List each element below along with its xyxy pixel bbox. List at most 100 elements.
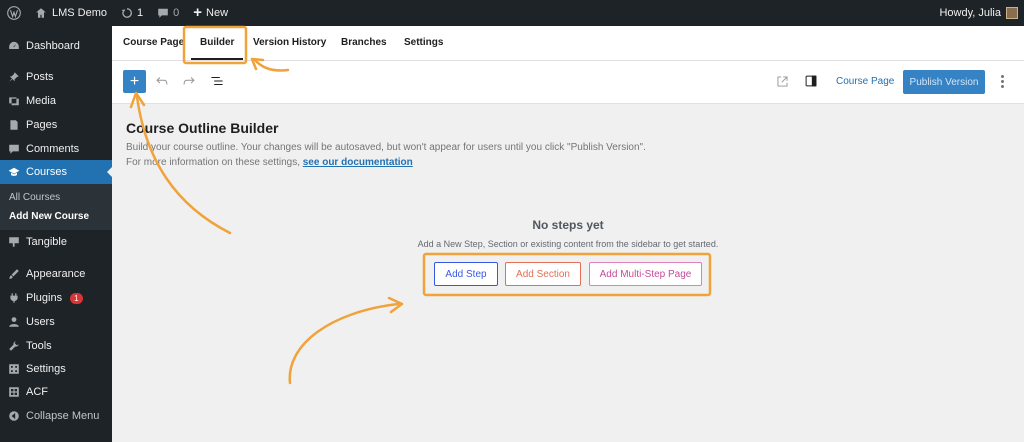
empty-state-title: No steps yet: [532, 218, 604, 232]
tab-settings[interactable]: Settings: [404, 37, 443, 48]
wordpress-logo[interactable]: [0, 0, 28, 26]
brush-icon: [9, 269, 19, 279]
account-menu[interactable]: Howdy, Julia: [939, 7, 1024, 19]
publish-version-button[interactable]: Publish Version: [903, 70, 985, 94]
sidebar-item-settings[interactable]: Settings: [0, 357, 112, 381]
pin-icon: [9, 72, 19, 82]
sidebar-item-label: Pages: [26, 119, 58, 131]
active-tab-underline: [191, 58, 243, 60]
description-line-1: Build your course outline. Your changes …: [126, 142, 646, 153]
sidebar-item-label: Collapse Menu: [26, 410, 100, 422]
sidebar-item-collapse-menu[interactable]: Collapse Menu: [0, 404, 112, 428]
external-link-button[interactable]: [774, 73, 790, 89]
sidebar-item-comments[interactable]: Comments: [0, 137, 112, 161]
settings-icon: [9, 364, 19, 374]
submenu-all-courses[interactable]: All Courses: [9, 192, 60, 203]
redo-icon: [183, 77, 195, 85]
tab-branches[interactable]: Branches: [341, 37, 387, 48]
dashboard-icon: [9, 41, 19, 49]
kebab-dot-icon: [1001, 75, 1004, 78]
course-page-link[interactable]: Course Page: [836, 76, 894, 87]
sidebar-item-label: Users: [26, 316, 55, 328]
sidebar-toggle-icon: [805, 75, 817, 87]
comment-bubble-icon: [158, 8, 168, 18]
wrench-icon: [9, 341, 19, 351]
refresh-icon: [121, 8, 133, 18]
sidebar-item-acf[interactable]: ACF: [0, 380, 112, 404]
sidebar-item-appearance[interactable]: Appearance: [0, 262, 112, 286]
builder-content: Course Outline Builder Build your course…: [112, 105, 1024, 442]
kebab-dot-icon: [1001, 80, 1004, 83]
add-multi-step-page-button[interactable]: Add Multi-Step Page: [589, 262, 702, 286]
graduation-cap-icon: [8, 167, 20, 176]
course-tab-bar: Course Page Builder Version History Bran…: [112, 26, 1024, 61]
wordpress-icon: [7, 6, 21, 20]
undo-button[interactable]: [154, 73, 170, 89]
admin-sidebar: Dashboard Posts Media Pages Comments Cou…: [0, 26, 112, 442]
acf-icon: [9, 387, 19, 397]
sidebar-item-dashboard[interactable]: Dashboard: [0, 34, 112, 58]
home-icon: [36, 8, 46, 18]
sidebar-item-label: Tangible: [26, 236, 67, 248]
plugins-update-badge: 1: [70, 292, 83, 304]
sidebar-item-label: ACF: [26, 386, 48, 398]
external-link-icon: [776, 75, 788, 87]
tangible-icon: [9, 237, 19, 247]
sidebar-item-label: Appearance: [26, 268, 86, 280]
redo-button[interactable]: [181, 73, 197, 89]
tab-builder[interactable]: Builder: [200, 37, 234, 48]
sidebar-item-courses[interactable]: Courses: [0, 160, 112, 184]
plugin-icon: [10, 293, 18, 303]
add-section-button[interactable]: Add Section: [505, 262, 581, 286]
sidebar-item-posts[interactable]: Posts: [0, 65, 112, 89]
updates-count: 1: [137, 7, 144, 19]
updates-link[interactable]: 1: [114, 0, 150, 26]
sidebar-item-label: Posts: [26, 71, 54, 83]
submenu-add-new-course[interactable]: Add New Course: [9, 211, 89, 222]
comments-count: 0: [173, 7, 180, 19]
sidebar-toggle-button[interactable]: [803, 73, 819, 89]
sidebar-item-label: Tools: [26, 340, 52, 352]
sidebar-item-plugins[interactable]: Plugins 1: [0, 286, 112, 310]
sidebar-item-tangible[interactable]: Tangible: [0, 230, 112, 254]
comment-icon: [9, 144, 19, 154]
sidebar-item-users[interactable]: Users: [0, 310, 112, 334]
courses-submenu: All Courses Add New Course: [0, 184, 112, 230]
media-icon: [9, 97, 19, 106]
list-view-icon: [211, 77, 223, 85]
collapse-icon: [9, 411, 19, 421]
new-content-link[interactable]: + New: [186, 0, 235, 26]
sidebar-item-label: Settings: [26, 363, 66, 375]
undo-icon: [156, 77, 168, 85]
avatar: [1006, 7, 1018, 19]
sidebar-item-label: Plugins: [26, 292, 63, 304]
list-view-button[interactable]: [209, 73, 225, 89]
sidebar-item-label: Courses: [26, 166, 67, 178]
comments-link[interactable]: 0: [150, 0, 186, 26]
sidebar-item-label: Dashboard: [26, 40, 80, 52]
editor-toolbar: + Course Page Publish Version: [112, 61, 1024, 104]
add-block-button[interactable]: +: [123, 70, 146, 93]
sidebar-item-label: Media: [26, 95, 56, 107]
admin-bar: LMS Demo 1 0 + New Howdy, Julia: [0, 0, 1024, 26]
page-title: Course Outline Builder: [126, 120, 279, 136]
add-step-button[interactable]: Add Step: [434, 262, 498, 286]
page-icon: [10, 120, 18, 130]
kebab-dot-icon: [1001, 85, 1004, 88]
site-name: LMS Demo: [52, 7, 108, 19]
sidebar-item-media[interactable]: Media: [0, 89, 112, 113]
more-options-button[interactable]: [1001, 73, 1005, 91]
site-name-link[interactable]: LMS Demo: [28, 0, 114, 26]
documentation-link[interactable]: see our documentation: [303, 157, 413, 168]
sidebar-item-pages[interactable]: Pages: [0, 113, 112, 137]
greeting: Howdy, Julia: [939, 7, 1001, 19]
user-icon: [9, 317, 19, 327]
sidebar-item-tools[interactable]: Tools: [0, 334, 112, 358]
sidebar-item-label: Comments: [26, 143, 80, 155]
description-line-2: For more information on these settings, …: [126, 157, 413, 168]
tab-course-page[interactable]: Course Page: [123, 37, 184, 48]
plus-icon: +: [193, 4, 203, 21]
empty-state-description: Add a New Step, Section or existing cont…: [417, 239, 719, 249]
tab-version-history[interactable]: Version History: [253, 37, 326, 48]
new-label: New: [206, 7, 229, 19]
